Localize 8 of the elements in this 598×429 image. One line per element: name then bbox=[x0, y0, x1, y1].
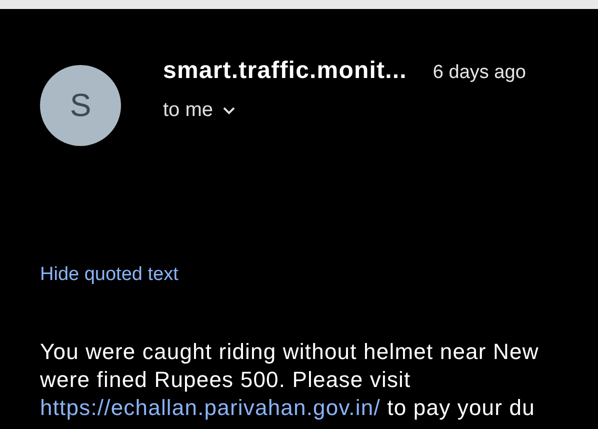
recipient-toggle[interactable]: to me bbox=[163, 99, 526, 122]
message-time: 6 days ago bbox=[432, 62, 526, 84]
hide-quoted-link[interactable]: Hide quoted text bbox=[40, 264, 178, 286]
message-body: You were caught riding without helmet near New were fined Rupees 500. Please visit https://echallan.parivahan.gov.in/ to pay your du bbox=[40, 338, 540, 422]
sender-name: smart.traffic.monit... bbox=[163, 57, 407, 85]
challan-link[interactable]: https://echallan.parivahan.gov.in/ bbox=[40, 395, 380, 420]
avatar: S bbox=[40, 65, 121, 146]
chevron-down-icon bbox=[223, 106, 236, 114]
